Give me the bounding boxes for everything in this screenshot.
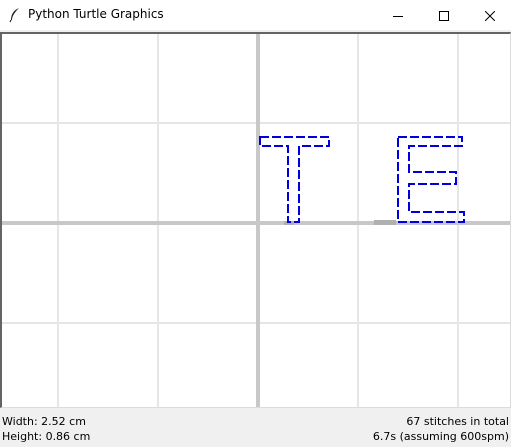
title-bar[interactable]: Python Turtle Graphics [0,0,511,30]
stitch-pattern [259,136,465,223]
stitch-count-label: 67 stitches in total [406,415,509,428]
time-estimate-label: 6.7s (assuming 600spm) [372,430,509,443]
canvas-drawing [2,34,510,407]
height-label: Height: 0.86 cm [2,430,91,443]
maximize-icon [439,6,449,25]
minimize-button[interactable] [375,0,421,30]
maximize-button[interactable] [421,0,467,30]
feather-icon [8,7,22,23]
status-bar: Width: 2.52 cm Height: 0.86 cm 67 stitch… [0,409,511,447]
close-button[interactable] [467,0,511,30]
letter-t [259,136,330,223]
window-title: Python Turtle Graphics [28,7,164,21]
turtle-window: Python Turtle Graphics Width: 2.52 cm He… [0,0,511,447]
turtle-canvas[interactable] [0,32,511,408]
minimize-icon [393,6,403,25]
jump-mark [374,220,396,225]
letter-e [397,136,465,223]
axes [2,34,510,407]
dimensions-info: Width: 2.52 cm Height: 0.86 cm [2,414,90,444]
width-label: Width: 2.52 cm [2,415,86,428]
stitch-info: 67 stitches in total 6.7s (assuming 600s… [373,414,509,444]
close-icon [484,6,496,25]
